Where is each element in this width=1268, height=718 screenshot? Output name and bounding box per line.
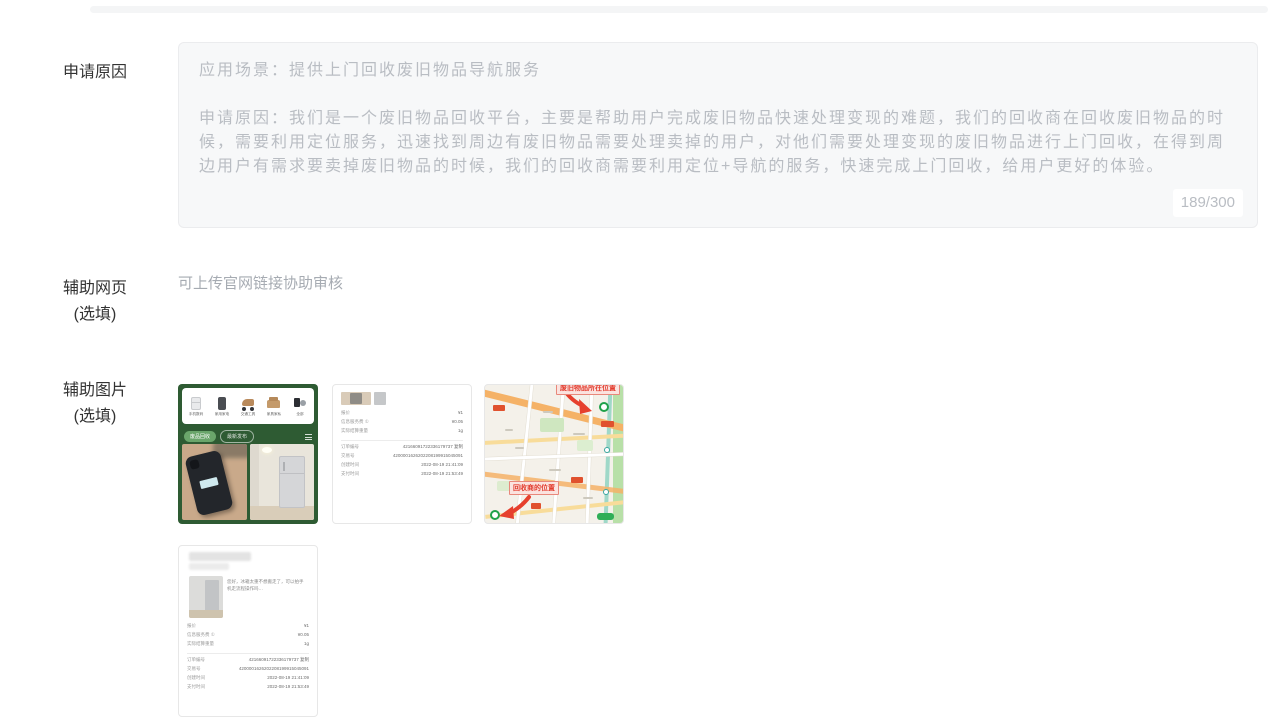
phone-photo bbox=[182, 444, 247, 520]
aux-image-map-screenshot[interactable]: 废旧物品所在位置 回收商的位置 bbox=[484, 384, 624, 524]
scooter-icon bbox=[240, 396, 256, 411]
fridge-photo bbox=[250, 444, 315, 520]
sofa-icon bbox=[266, 396, 282, 411]
receipt-order-rows: 订单编号42166091722336179737 复制 交易号420000162… bbox=[179, 657, 317, 693]
reason-textarea[interactable]: 应用场景：提供上门回收废旧物品导航服务 申请原因：我们是一个废旧物品回收平台，主… bbox=[178, 42, 1258, 228]
field-label-aux-images: 辅助图片 (选填) bbox=[55, 378, 135, 430]
scrolled-field-edge bbox=[90, 6, 1268, 13]
receipt-product-images bbox=[333, 385, 471, 410]
aux-webpage-label-line2: (选填) bbox=[55, 302, 135, 328]
aux-image-app-screenshot[interactable]: 手机数码 家用家电 交通工具 家具家私 全部 废品回收 bbox=[178, 384, 318, 524]
category-furniture: 家具家私 bbox=[264, 396, 284, 417]
apply-reason-label: 申请原因 bbox=[55, 60, 135, 86]
blurred-header bbox=[189, 563, 229, 570]
order-chat-row: 您好，冰箱太重不想搬走了，可以拍手机走流程操作吗… bbox=[179, 574, 317, 623]
aux-image-order-detail[interactable]: 您好，冰箱太重不想搬走了，可以拍手机走流程操作吗… 报价¥1 信息服务费 ①¥0… bbox=[178, 545, 318, 717]
aux-images-label-line2: (选填) bbox=[55, 404, 135, 430]
char-counter: 189/300 bbox=[1173, 189, 1243, 217]
category-phone: 手机数码 bbox=[186, 396, 206, 417]
appliance-icon bbox=[214, 396, 230, 411]
field-label-aux-webpage: 辅助网页 (选填) bbox=[55, 276, 135, 328]
field-label-apply-reason: 申请原因 bbox=[55, 60, 135, 86]
pill-latest: 最新发布 bbox=[220, 430, 254, 443]
annotation-arrows bbox=[485, 385, 624, 524]
product-photo-2 bbox=[374, 392, 386, 405]
filter-pills: 废品回收 最新发布 bbox=[184, 430, 312, 443]
map-annotation-seller: 废旧物品所在位置 bbox=[556, 384, 620, 395]
fridge-photo bbox=[189, 576, 223, 618]
category-appliance: 家用家电 bbox=[212, 396, 232, 417]
receipt-rows: 报价¥1 信息服务费 ①¥0.05 实际结算重量1g bbox=[333, 410, 471, 437]
category-transport: 交通工具 bbox=[238, 396, 258, 417]
reason-paragraph-detail: 申请原因：我们是一个废旧物品回收平台，主要是帮助用户完成废旧物品快速处理变现的难… bbox=[199, 107, 1237, 179]
fridge-icon bbox=[188, 396, 204, 411]
receipt-divider bbox=[341, 440, 463, 441]
receipt-rows: 报价¥1 信息服务费 ①¥0.05 实际结算重量1g bbox=[179, 623, 317, 650]
chat-message: 您好，冰箱太重不想搬走了，可以拍手机走流程操作吗… bbox=[227, 576, 307, 618]
aux-webpage-label-line1: 辅助网页 bbox=[55, 276, 135, 302]
category-all: 全部 bbox=[290, 396, 310, 417]
aux-image-order-receipt[interactable]: 报价¥1 信息服务费 ①¥0.05 实际结算重量1g 订单编号421660917… bbox=[332, 384, 472, 524]
item-photos bbox=[182, 444, 314, 520]
category-card: 手机数码 家用家电 交通工具 家具家私 全部 bbox=[182, 388, 314, 424]
receipt-divider bbox=[187, 653, 309, 654]
reason-paragraph-scene: 应用场景：提供上门回收废旧物品导航服务 bbox=[199, 59, 1237, 83]
aux-images-label-line1: 辅助图片 bbox=[55, 378, 135, 404]
application-form-page: 申请原因 应用场景：提供上门回收废旧物品导航服务 申请原因：我们是一个废旧物品回… bbox=[0, 0, 1268, 718]
list-menu-icon bbox=[305, 434, 312, 440]
aux-webpage-input[interactable] bbox=[178, 268, 608, 298]
map-annotation-recycler: 回收商的位置 bbox=[509, 481, 559, 495]
product-photo bbox=[341, 392, 371, 405]
blurred-header bbox=[189, 552, 251, 561]
all-items-icon bbox=[292, 396, 308, 411]
pill-recycle: 废品回收 bbox=[184, 431, 216, 442]
receipt-order-rows: 订单编号42166091722336179737 复制 交易号420000162… bbox=[333, 444, 471, 480]
